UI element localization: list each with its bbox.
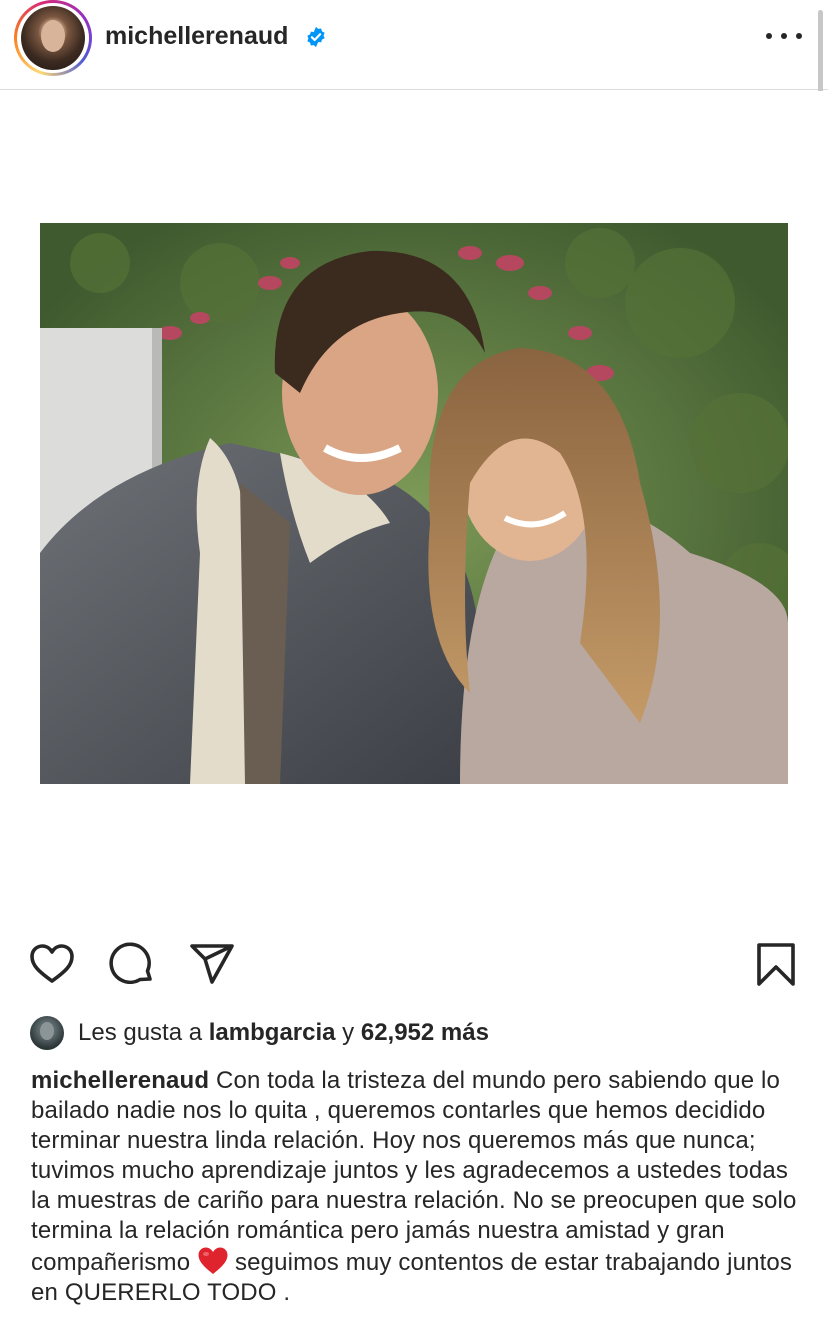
likes-row: Les gusta a lambgarcia y 62,952 más: [30, 1016, 489, 1050]
likes-joiner: y: [342, 1019, 355, 1046]
likes-text: Les gusta a lambgarcia y 62,952 más: [78, 1019, 489, 1047]
bookmark-icon[interactable]: [752, 940, 800, 988]
post-header: michellerenaud: [0, 0, 828, 90]
heart-icon[interactable]: [28, 940, 76, 988]
likes-prefix: Les gusta a: [78, 1019, 203, 1046]
liker-avatar[interactable]: [30, 1016, 64, 1050]
send-icon[interactable]: [188, 940, 236, 988]
post-photo: [40, 223, 788, 784]
red-heart-emoji: [198, 1247, 228, 1274]
post-media[interactable]: [0, 91, 828, 921]
verified-badge-icon: [307, 26, 325, 48]
action-bar: [0, 940, 828, 992]
post-username[interactable]: michellerenaud: [105, 22, 288, 51]
avatar[interactable]: [21, 6, 85, 70]
post-caption: michellerenaud Con toda la tristeza del …: [31, 1066, 806, 1308]
comment-icon[interactable]: [108, 940, 156, 988]
likes-count[interactable]: 62,952 más: [361, 1019, 489, 1046]
liker-username[interactable]: lambgarcia: [209, 1019, 336, 1046]
caption-username[interactable]: michellerenaud: [31, 1067, 209, 1094]
photo-illustration: [40, 223, 788, 784]
more-options-icon[interactable]: [766, 24, 802, 48]
caption-text-part1: Con toda la tristeza del mundo pero sabi…: [31, 1067, 797, 1276]
